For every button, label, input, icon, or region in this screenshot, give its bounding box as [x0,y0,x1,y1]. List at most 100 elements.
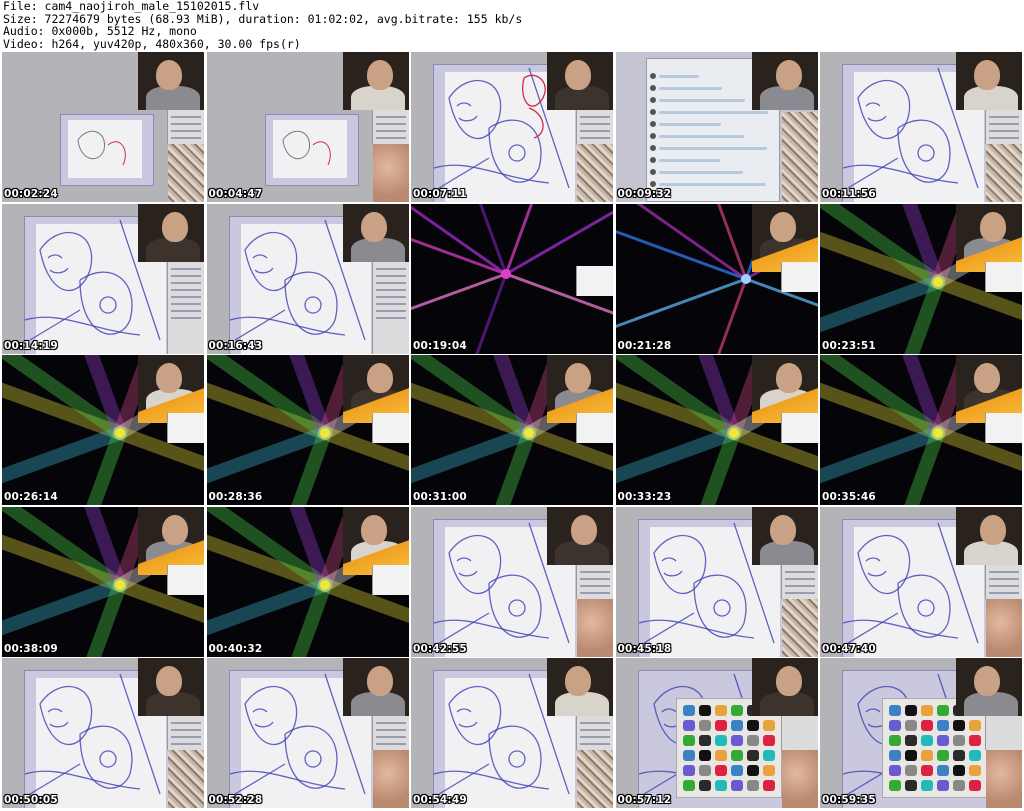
video-thumbnail: 00:35:46 [820,355,1022,506]
video-info-line: Video: h264, yuv420p, 480x360, 30.00 fps… [3,36,301,51]
timestamp-label: 00:45:18 [617,642,672,655]
second-camera-view [986,750,1022,809]
webcam-overlay [547,658,613,717]
second-camera-view [168,750,204,809]
video-thumbnail: 00:26:14 [2,355,204,506]
timestamp-label: 00:11:56 [822,188,876,200]
chat-strip [985,261,1022,292]
video-thumbnail: 00:16:43 [206,203,409,354]
timestamp-label: 00:52:28 [208,794,263,807]
video-thumbnail: 00:47:40 [820,506,1022,657]
file-name-line: File: cam4_naojiroh_male_15102015.flv [3,0,260,13]
video-thumbnail: 00:52:28 [206,658,409,809]
webcam-overlay [342,52,409,110]
second-camera-view [577,598,613,657]
tool-panel [371,110,409,167]
tool-panel [780,564,818,622]
webcam-overlay [956,52,1022,110]
video-thumbnail: 00:33:23 [615,355,818,506]
second-camera-view [781,598,818,657]
tool-panel [167,261,204,354]
webcam-overlay [751,658,818,717]
timestamp-label: 00:07:11 [413,188,467,200]
timestamp-label: 00:47:40 [822,642,876,655]
timestamp-label: 00:42:55 [413,642,467,655]
webcam-overlay [547,52,613,110]
timestamp-label: 00:02:24 [4,188,58,200]
webcam-overlay [751,506,818,565]
video-thumbnail: 00:11:56 [820,52,1022,202]
video-thumbnail: 00:50:05 [2,658,204,809]
chat-strip [780,413,818,444]
second-camera-view [577,144,613,202]
timestamp-label: 00:26:14 [4,491,58,504]
timestamp-label: 00:57:12 [617,794,672,807]
webcam-overlay [547,506,613,565]
timestamp-label: 00:40:32 [208,642,263,655]
chat-strip [576,413,613,444]
second-camera-view [372,144,409,202]
chat-strip [780,261,818,292]
timestamp-label: 00:35:46 [822,491,876,504]
tool-panel [576,716,613,774]
tool-panel [576,110,613,167]
second-camera-view [781,750,818,809]
video-thumbnail: 00:38:09 [2,506,204,657]
timestamp-label: 00:14:19 [4,339,58,352]
second-camera-view [577,750,613,809]
chat-strip [985,413,1022,444]
tool-panel [985,716,1022,751]
webcam-overlay [956,506,1022,565]
timestamp-label: 00:38:09 [4,642,58,655]
timestamp-label: 00:04:47 [208,188,263,200]
webcam-overlay [138,203,204,262]
webcam-overlay [138,52,204,110]
video-thumbnail: 00:19:04 [411,203,613,354]
video-thumbnail: 00:21:28 [615,203,818,354]
timestamp-label: 00:21:28 [617,339,672,352]
figure-sketch [282,130,331,166]
timestamp-label: 00:59:35 [822,794,876,807]
timestamp-label: 00:33:23 [617,491,672,504]
video-thumbnail: 00:59:35 [820,658,1022,809]
second-camera-view [372,750,409,809]
video-thumbnail: 00:02:24 [2,52,204,202]
second-camera-view [986,598,1022,657]
tool-panel [985,110,1022,167]
second-camera-view [781,112,818,202]
webcam-overlay [138,658,204,717]
video-thumbnail: 00:31:00 [411,355,613,506]
timestamp-label: 00:19:04 [413,339,467,352]
video-thumbnail: 00:09:32 [615,52,818,202]
file-info-header: File: cam4_naojiroh_male_15102015.flv Siz… [3,0,522,50]
video-thumbnail: 00:04:47 [206,52,409,202]
video-thumbnail: 00:57:12 [615,658,818,809]
thumbnail-grid: 00:02:24 00:04:47 00:07:11 00:09:32 00:11:56… [2,52,1022,809]
video-thumbnail: 00:42:55 [411,506,613,657]
second-camera-view [986,144,1022,202]
video-thumbnail: 00:54:49 [411,658,613,809]
timestamp-label: 00:54:49 [413,794,467,807]
timestamp-label: 00:50:05 [4,794,58,807]
tool-panel [985,564,1022,622]
tool-panel [576,564,613,622]
video-thumbnail: 00:40:32 [206,506,409,657]
tool-panel [167,716,204,774]
chat-strip [371,564,409,595]
audio-info-line: Audio: 0x000b, 5512 Hz, mono [3,24,197,39]
webcam-overlay [342,658,409,717]
chat-strip [167,413,204,444]
timestamp-label: 00:09:32 [617,188,672,200]
second-camera-view [168,144,204,202]
chat-strip [167,564,204,595]
video-thumbnail: 00:45:18 [615,506,818,657]
tool-panel [371,261,409,354]
chat-strip [371,413,409,444]
figure-sketch [77,130,126,166]
tool-panel [780,716,818,751]
timestamp-label: 00:28:36 [208,491,263,504]
webcam-overlay [956,658,1022,717]
video-thumbnail: 00:14:19 [2,203,204,354]
video-thumbnail: 00:07:11 [411,52,613,202]
tool-panel [167,110,204,167]
